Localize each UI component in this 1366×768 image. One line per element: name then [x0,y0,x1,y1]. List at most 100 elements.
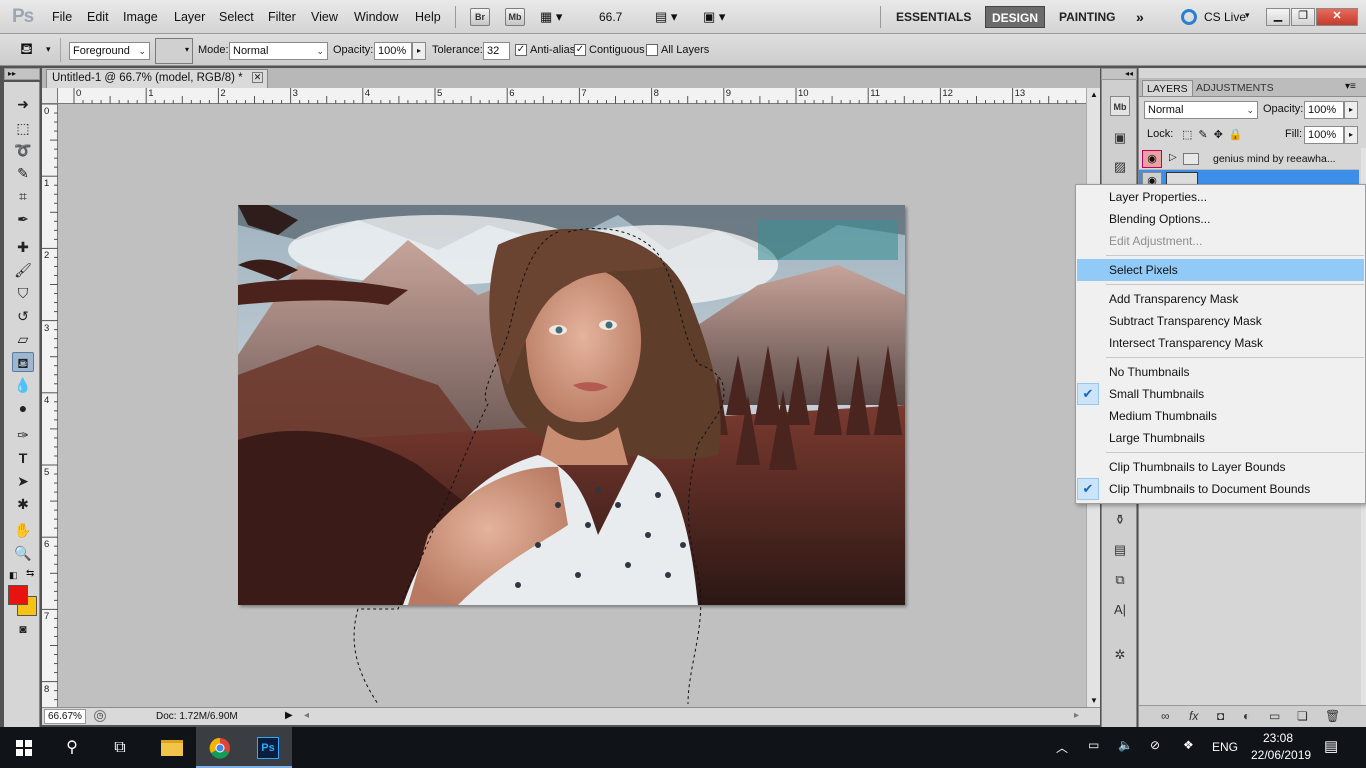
bridge-button[interactable]: Br [470,8,490,26]
menu-blending-options[interactable]: Blending Options... [1077,208,1364,230]
paragraph-panel-icon[interactable]: ⧉ [1110,570,1130,590]
windows-start-icon[interactable] [0,727,48,768]
show-hidden-icons[interactable]: ︿ [1056,739,1068,756]
chevron-down-icon[interactable]: ▾ [1245,10,1250,21]
menu-medium-thumbnails[interactable]: Medium Thumbnails [1077,405,1364,427]
path-selection-tool-icon[interactable]: ➤ [12,471,34,491]
add-mask-icon[interactable]: ◘ [1217,709,1224,723]
eraser-tool-icon[interactable]: ▱ [12,329,34,349]
screen-mode-icon[interactable]: ▣ ▾ [703,9,725,25]
close-document-icon[interactable]: ✕ [252,72,263,83]
menu-no-thumbnails[interactable]: No Thumbnails [1077,361,1364,383]
menu-small-thumbnails[interactable]: Small Thumbnails [1077,383,1364,405]
task-view-icon[interactable]: ⧉ [96,727,144,768]
menu-edit[interactable]: Edit [87,10,109,24]
layer-name[interactable]: genius mind by reeawha... [1213,153,1336,165]
restore-button[interactable]: ❐ [1291,8,1315,26]
menu-clip-to-layer-bounds[interactable]: Clip Thumbnails to Layer Bounds [1077,456,1364,478]
link-layers-icon[interactable]: ∞ [1161,709,1170,723]
delete-layer-icon[interactable]: 🗑 [1325,709,1340,723]
quick-mask-icon[interactable]: ◙ [12,619,34,639]
foreground-color-swatch[interactable] [8,585,28,605]
dodge-tool-icon[interactable]: ● [12,398,34,418]
3d-panel-icon[interactable]: ✲ [1110,645,1130,665]
clone-stamp-tool-icon[interactable]: ⛉ [12,283,34,303]
scroll-down-icon[interactable]: ▼ [1090,696,1098,705]
battery-icon[interactable]: ▭ [1088,738,1099,752]
view-extras-icon[interactable]: ▦ ▾ [540,9,562,25]
workspace-essentials[interactable]: ESSENTIALS [890,6,977,28]
swap-colors-icon[interactable]: ⇆ [26,568,34,579]
menu-layer-properties[interactable]: Layer Properties... [1077,186,1364,208]
zoom-level[interactable]: 66.7 [599,10,622,24]
menu-image[interactable]: Image [123,10,158,24]
file-explorer-icon[interactable] [148,727,196,768]
blur-tool-icon[interactable]: 💧 [12,375,34,395]
lasso-tool-icon[interactable]: ➰ [12,140,34,160]
cs-live-button[interactable]: CS Live [1204,10,1246,24]
minibridge-button[interactable]: Mb [505,8,525,26]
type-tool-icon[interactable]: T [12,448,34,468]
dropbox-icon[interactable]: ❖ [1183,738,1194,752]
toolbox-collapse-handle[interactable]: ▸▸ [4,68,40,80]
menu-add-transparency-mask[interactable]: Add Transparency Mask [1077,288,1364,310]
menu-view[interactable]: View [311,10,338,24]
history-brush-tool-icon[interactable]: ↺ [12,306,34,326]
mode-select[interactable]: Normal ⌄ [229,42,328,60]
tolerance-input[interactable]: 32 [483,42,510,60]
language-indicator[interactable]: ENG [1212,740,1238,754]
crop-tool-icon[interactable]: ⌗ [12,186,34,206]
quick-selection-tool-icon[interactable]: ✎ [12,163,34,183]
pattern-picker[interactable]: ▾ [155,38,193,64]
default-colors-icon[interactable]: ◧ [9,570,18,581]
arrange-documents-icon[interactable]: ▤ ▾ [655,9,677,25]
antialias-checkbox[interactable]: ✓ [515,44,527,56]
character-panel-icon[interactable]: A| [1110,600,1130,620]
document-tab[interactable]: Untitled-1 @ 66.7% (model, RGB/8) * ✕ [46,69,268,88]
shape-tool-icon[interactable]: ✱ [12,494,34,514]
navigator-panel-icon[interactable]: ▨ [1110,157,1130,177]
close-button[interactable]: ✕ [1316,8,1358,26]
menu-file[interactable]: File [52,10,72,24]
minimize-button[interactable]: ▁ [1266,8,1290,26]
zoom-tool-icon[interactable]: 🔍 [12,543,34,563]
panel-menu-icon[interactable]: ▾≡ [1345,81,1356,92]
menu-large-thumbnails[interactable]: Large Thumbnails [1077,427,1364,449]
more-workspaces-icon[interactable]: » [1136,9,1144,25]
scroll-up-icon[interactable]: ▲ [1090,90,1098,99]
clone-source-panel-icon[interactable]: ⚱ [1110,510,1130,530]
ruler-origin[interactable] [42,88,58,104]
menu-select-pixels[interactable]: Select Pixels [1077,259,1364,281]
layer-opacity-input[interactable]: 100% [1304,101,1344,119]
vertical-ruler[interactable]: 0 1 2 3 4 5 6 7 8 [42,104,58,707]
canvas-area[interactable] [58,104,1086,707]
menu-clip-to-document-bounds[interactable]: Clip Thumbnails to Document Bounds [1077,478,1364,500]
horizontal-ruler[interactable]: 0123456789101112131 [58,88,1092,104]
opacity-slider-button[interactable]: ▸ [412,42,426,60]
clock-date[interactable]: 22/06/2019 [1251,748,1311,762]
menu-intersect-transparency-mask[interactable]: Intersect Transparency Mask [1077,332,1364,354]
layer-opacity-slider[interactable]: ▸ [1344,101,1358,119]
fill-slider[interactable]: ▸ [1344,126,1358,144]
workspace-painting[interactable]: PAINTING [1053,6,1121,28]
expand-group-icon[interactable]: ▷ [1169,152,1177,163]
layer-row[interactable]: ◉ ▷ genius mind by reeawha... [1139,148,1359,170]
menu-help[interactable]: Help [415,10,441,24]
marquee-tool-icon[interactable]: ⬚ [12,118,34,138]
zoom-field[interactable]: 66.67% [44,709,86,724]
eyedropper-tool-icon[interactable]: ✒ [12,209,34,229]
menu-select[interactable]: Select [219,10,254,24]
blend-mode-select[interactable]: Normal ⌄ [1144,101,1258,119]
all-layers-checkbox[interactable] [646,44,658,56]
clock-time[interactable]: 23:08 [1263,731,1293,745]
scroll-right-icon[interactable]: ▸ [1074,710,1079,721]
notes-panel-icon[interactable]: ▤ [1110,540,1130,560]
layer-style-icon[interactable]: fx [1189,709,1198,723]
dock-collapse-handle[interactable]: ◂◂ [1101,68,1137,80]
scroll-left-icon[interactable]: ◂ [304,710,309,721]
menu-layer[interactable]: Layer [174,10,205,24]
adjustment-layer-icon[interactable]: ◐ [1243,709,1250,723]
brush-tool-icon[interactable]: 🖌 [12,260,34,280]
history-panel-icon[interactable]: ▣ [1110,128,1130,148]
fill-input[interactable]: 100% [1304,126,1344,144]
